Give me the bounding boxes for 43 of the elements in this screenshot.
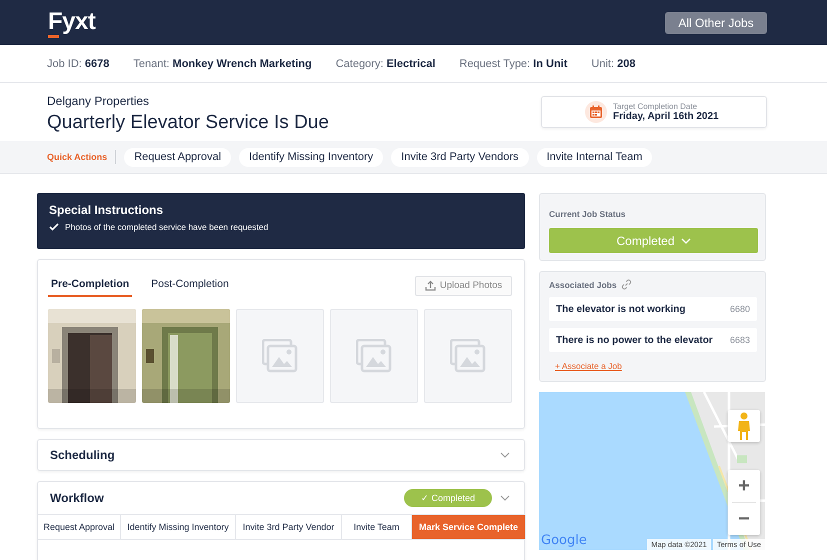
image-icon <box>356 339 392 373</box>
street-view-button[interactable] <box>728 410 760 442</box>
status-badge: ✓ Completed <box>404 489 492 507</box>
chevron-icon <box>500 452 510 458</box>
zoom-out-button[interactable]: − <box>728 503 760 535</box>
photo-tab[interactable]: Pre-Completion <box>48 274 132 297</box>
zoom-in-button[interactable]: + <box>728 470 760 502</box>
job-title: Quarterly Elevator Service Is Due <box>47 112 329 134</box>
quick-action-button[interactable]: Identify Missing Inventory <box>239 148 384 166</box>
section-header[interactable]: Scheduling <box>37 439 525 471</box>
date-label: Target Completion Date <box>613 102 698 111</box>
section-title: Workflow <box>50 491 104 505</box>
associated-jobs-label: Associated Jobs <box>549 280 617 290</box>
job-info: Request Type: In Unit <box>459 58 568 70</box>
date-value: Friday, April 16th 2021 <box>613 111 719 122</box>
chevron-icon <box>680 238 691 244</box>
quick-actions-label: Quick Actions <box>47 152 108 162</box>
all-jobs-button[interactable]: All Other Jobs <box>665 12 767 34</box>
workflow-step-tab[interactable]: Request Approval <box>38 515 121 539</box>
job-info: Tenant: Monkey Wrench Marketing <box>133 58 312 70</box>
photo-tab[interactable]: Post-Completion <box>148 274 232 297</box>
map-logo: Google <box>541 533 587 548</box>
instruction-text: Photos of the completed service have been requested <box>65 222 268 232</box>
image-icon <box>450 339 486 373</box>
associated-job-item[interactable]: There is no power to the elevator 6683 <box>549 328 757 352</box>
calendar-icon <box>585 101 607 123</box>
upload-icon <box>424 280 436 291</box>
quick-action-button[interactable]: Invite 3rd Party Vendors <box>391 148 529 166</box>
instructions-title: Special Instructions <box>49 203 164 217</box>
quick-action-button[interactable]: Request Approval <box>124 148 232 166</box>
link-icon <box>620 279 632 290</box>
check-icon <box>49 223 59 231</box>
status-label: Current Job Status <box>549 209 626 219</box>
job-info: Category: Electrical <box>336 58 436 70</box>
chevron-icon <box>500 495 510 501</box>
job-info: Job ID: 6678 <box>47 58 110 70</box>
associated-job-item[interactable]: The elevator is not working 6680 <box>549 297 757 321</box>
section-title: Scheduling <box>50 448 115 462</box>
job-info: Unit: 208 <box>591 58 636 70</box>
property-name: Delgany Properties <box>47 94 150 108</box>
quick-action-button[interactable]: Invite Internal Team <box>536 148 652 166</box>
person-icon <box>737 412 751 440</box>
image-icon <box>262 339 298 373</box>
